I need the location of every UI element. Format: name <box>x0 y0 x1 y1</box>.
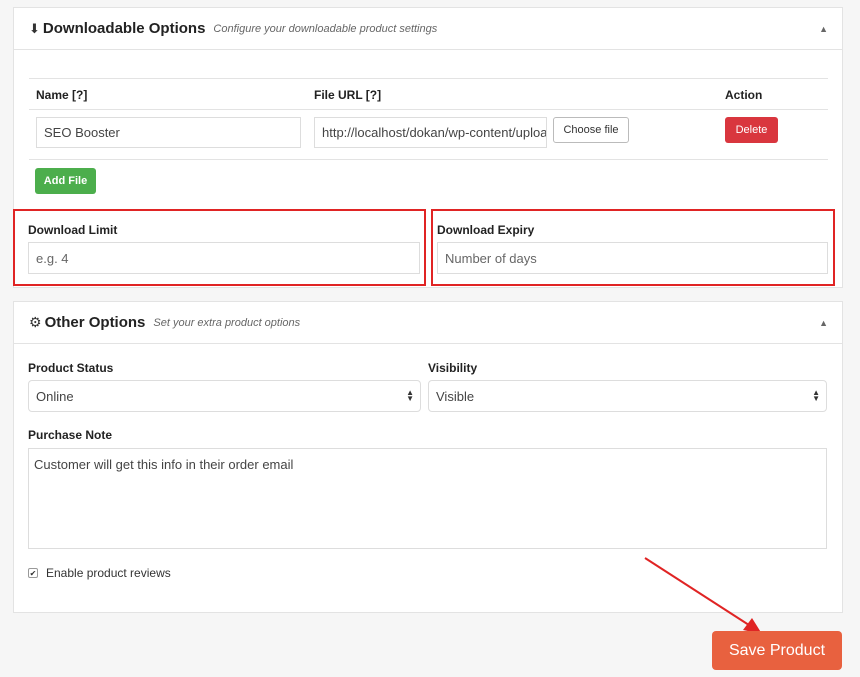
annotation-arrow <box>644 557 762 634</box>
save-product-button[interactable]: Save Product <box>712 631 842 670</box>
